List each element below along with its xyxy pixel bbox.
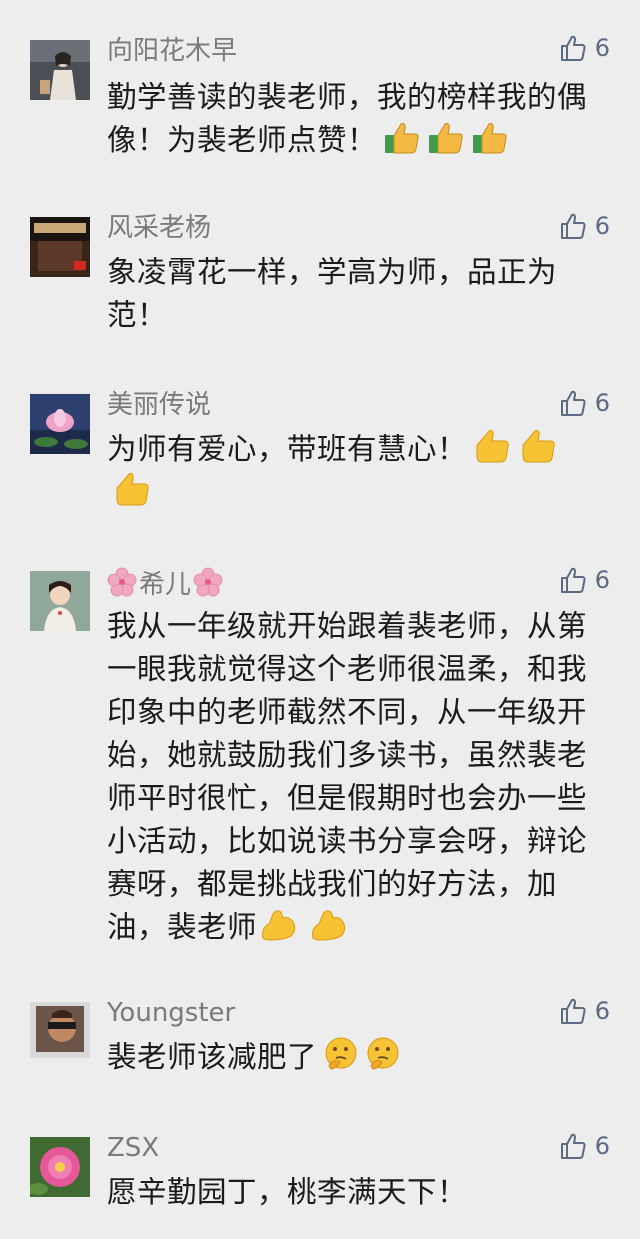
thumbs-up-icon (383, 121, 421, 155)
comment-text-content: 愿辛勤园丁，桃李满天下！ (107, 1175, 468, 1209)
comment-text: 裴老师该减肥了 (107, 1036, 612, 1079)
thumbs-up-icon (471, 121, 509, 155)
like-count: 6 (594, 566, 610, 594)
avatar[interactable] (30, 394, 90, 454)
comment-text: 为师有爱心，带班有慧心！ (107, 428, 577, 514)
comment-author[interactable]: 美丽传说 (107, 390, 211, 420)
comment-text: 象凌霄花一样，学高为师，品正为范！ (107, 251, 577, 337)
comment-text: 勤学善读的裴老师，我的榜样我的偶像！为裴老师点赞！ (107, 76, 612, 162)
avatar[interactable] (30, 1137, 90, 1197)
comment-author[interactable]: ZSX (107, 1133, 159, 1163)
thumbs-up-icon (113, 471, 153, 507)
like-button[interactable]: 6 (559, 33, 610, 63)
comment-text-content: 象凌霄花一样，学高为师，品正为范！ (107, 255, 558, 332)
avatar[interactable] (30, 40, 90, 100)
cherry-blossom-icon (193, 567, 223, 604)
like-count: 6 (594, 997, 610, 1025)
comment-author[interactable]: 风采老杨 (107, 213, 211, 243)
thumbs-up-outline-icon (560, 1133, 586, 1159)
thumbs-up-outline-icon (560, 998, 586, 1024)
thumbs-up-outline-icon (560, 567, 586, 593)
comment-author[interactable]: 向阳花木早 (107, 36, 237, 66)
cherry-blossom-icon (107, 567, 137, 604)
like-button[interactable]: 6 (559, 211, 610, 241)
comment-author[interactable]: Youngster (107, 998, 235, 1028)
comment-text: 愿辛勤园丁，桃李满天下！ (107, 1171, 612, 1214)
comment-author[interactable]: 希儿 (107, 567, 223, 604)
comment-author-label: 希儿 (139, 570, 192, 600)
like-count: 6 (594, 212, 610, 240)
thinking-face-icon (323, 1036, 359, 1072)
flexed-biceps-icon (259, 906, 299, 942)
flexed-biceps-icon (309, 906, 349, 942)
thumbs-up-icon (473, 428, 513, 464)
thumbs-up-icon (519, 428, 559, 464)
avatar[interactable] (30, 217, 90, 277)
comment-text-content: 我从一年级就开始跟着裴老师，从第一眼我就觉得这个老师很温柔，和我印象中的老师截然… (107, 609, 588, 944)
comment-text-content: 勤学善读的裴老师，我的榜样我的偶像！为裴老师点赞！ (107, 80, 588, 157)
like-button[interactable]: 6 (559, 1131, 610, 1161)
thumbs-up-outline-icon (560, 35, 586, 61)
comment-text-content: 为师有爱心，带班有慧心！ (107, 432, 468, 466)
like-count: 6 (594, 1132, 610, 1160)
thinking-face-icon (365, 1036, 401, 1072)
avatar[interactable] (30, 571, 90, 631)
like-button[interactable]: 6 (559, 996, 610, 1026)
like-count: 6 (594, 34, 610, 62)
thumbs-up-outline-icon (560, 213, 586, 239)
thumbs-up-outline-icon (560, 390, 586, 416)
comment-text: 我从一年级就开始跟着裴老师，从第一眼我就觉得这个老师很温柔，和我印象中的老师截然… (107, 605, 612, 949)
like-count: 6 (594, 389, 610, 417)
avatar[interactable] (30, 1002, 90, 1058)
thumbs-up-icon (427, 121, 465, 155)
like-button[interactable]: 6 (559, 565, 610, 595)
comment-text-content: 裴老师该减肥了 (107, 1040, 318, 1074)
like-button[interactable]: 6 (559, 388, 610, 418)
